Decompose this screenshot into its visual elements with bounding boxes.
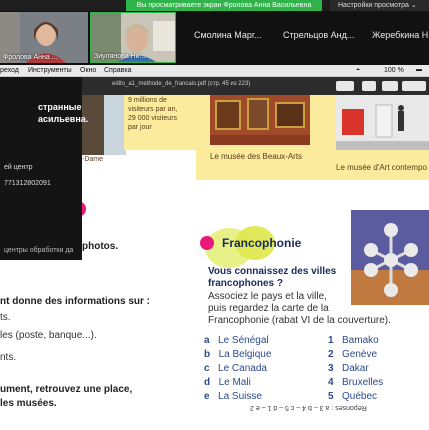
chat-line: ей центр [4,164,33,171]
screen-share-banner[interactable]: Вы просматриваете экран Фролова Анна Вас… [126,0,322,11]
text-line: les musées. [0,398,57,409]
city-number: 5 [328,391,334,402]
thumbnail-name: Фролова Анна ... [3,54,58,61]
question: Vous connaissez des villes francophones … [208,266,336,290]
chat-line: центры обработки да [4,247,74,254]
flag-icon: ▬ [416,67,422,73]
instruction: Associez le pays et la ville, puis regar… [208,291,391,327]
search-tool-button[interactable] [382,81,398,91]
city-name: Québec [342,391,378,402]
instruction-line: Associez le pays et la ville, [208,291,327,302]
caption-dame: -Dame [82,156,104,163]
wifi-icon: ◓ [356,67,361,74]
visitors-line: 9 millions de [128,97,167,104]
participant-name[interactable]: Жеребкина Н... [372,30,429,40]
menu-item-tools[interactable]: Инструменты [28,65,72,76]
menu-item-help[interactable]: Справка [104,65,131,76]
instruction-line: puis regardez la carte de la [208,303,329,314]
visitors-line: visiteurs par an, [128,106,178,113]
beaux-arts-photo [210,95,310,145]
pink-dot-icon [200,236,214,250]
pen-tool-button[interactable] [336,81,354,91]
participant-name[interactable]: Стрельцов Анд... [283,30,354,40]
art-contemp-photo [336,95,429,150]
text-line: les (poste, banque...). [0,330,97,341]
chat-line: 771312802091 [4,180,51,187]
text-line: photos. [82,241,119,252]
section-title: Francophonie [222,236,302,250]
participant-name[interactable]: Смолина Марг... [194,30,262,40]
answers-upside-down: Réponses : a 3 – b 4 – c 5 – d 1 – e 2 [250,404,367,411]
visitors-line: 29 000 visiteurs [128,115,178,122]
city-row[interactable]: 5 Québec [328,386,377,404]
text-line: ts. [0,312,11,323]
thumbnail-name: Зиулянова Ни... [94,53,146,60]
menu-item-window[interactable]: Окно [80,65,96,76]
matching-table: a Le Sénégal b La Belgique c Le Canada d… [204,330,410,402]
pdf-filename: edito_a1_methode_de_francais.pdf (стр. 4… [112,81,251,87]
country-letter: e [204,391,210,402]
chat-title: странные асильевна. [38,101,88,125]
sidebar-tool-button[interactable] [402,81,426,91]
app-menubar: реход Инструменты Окно Справка ◓ 100 % ▬ [0,65,429,77]
video-thumbnail-ziulyanova[interactable]: Зиулянова Ни... [90,12,176,63]
video-thumbnail-frolova[interactable]: Фролова Анна ... [0,12,88,63]
museum-photo-sky [104,95,126,155]
view-settings-button[interactable]: Настройки просмотра ⌄ [330,0,429,11]
question-line: francophones ? [208,278,284,289]
caption-beaux-arts: Le musée des Beaux-Arts [210,152,303,161]
chat-title-line: странные [38,102,82,112]
chat-title-line: асильевна. [38,114,89,124]
text-line: nt donne des informations sur : [0,296,151,307]
question-line: Vous connaissez des villes [208,266,337,277]
instruction-line: Francophonie (rabat VI de la couverture)… [208,315,391,326]
visitors-text: 9 millions de visiteurs par an, 29 000 v… [128,96,177,132]
visitors-line: par jour [128,124,152,131]
battery-status: 100 % [384,67,404,74]
text-line: ument, retrouvez une place, [0,384,133,395]
country-name: La Suisse [218,391,262,402]
caption-art-contemp: Le musée d'Art contempo [336,163,427,172]
share-tool-button[interactable] [362,81,376,91]
menu-item[interactable]: реход [0,65,19,76]
text-line: nts. [0,352,17,363]
country-row[interactable]: e La Suisse [204,386,262,404]
